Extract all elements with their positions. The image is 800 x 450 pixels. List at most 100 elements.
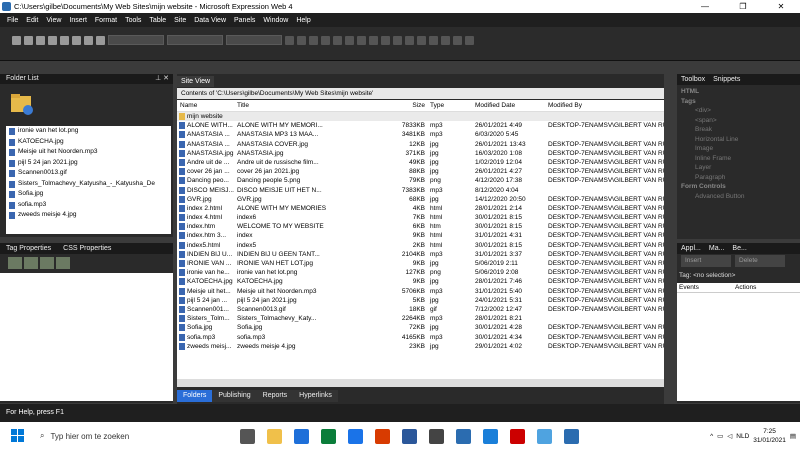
- table-row[interactable]: index.htm 3... index 9KB html 31/01/2021 4:3…: [177, 231, 664, 240]
- folder-row[interactable]: mijn website: [177, 112, 664, 122]
- table-row[interactable]: Dancing peo... Dancing people 5.png 79KB pn…: [177, 176, 664, 185]
- folder-list-item[interactable]: Scannen0013.gif: [6, 168, 171, 179]
- align-left-icon[interactable]: [345, 35, 354, 45]
- taskbar-app-icon[interactable]: [456, 428, 471, 444]
- toolbox-item[interactable]: Advanced Button: [681, 192, 800, 202]
- col-size[interactable]: Size: [367, 100, 427, 111]
- table-row[interactable]: pijl 5 24 jan ... pijl 5 24 jan 2021.jpg 5…: [177, 296, 664, 305]
- folder-list-item[interactable]: sofia.mp3: [6, 200, 171, 211]
- font-color-icon[interactable]: [465, 35, 474, 45]
- menu-help[interactable]: Help: [292, 17, 314, 24]
- print-preview-icon[interactable]: [72, 35, 81, 45]
- table-row[interactable]: index.htm WELCOME TO MY WEBSITE 6KB htm 30/0…: [177, 222, 664, 231]
- toolbox-item[interactable]: Inline Frame: [681, 154, 800, 164]
- col-title[interactable]: Title: [234, 100, 367, 111]
- menu-window[interactable]: Window: [259, 17, 292, 24]
- maximize-button[interactable]: ❐: [724, 0, 762, 13]
- save-all-icon[interactable]: [48, 35, 57, 45]
- tab-publishing[interactable]: Publishing: [212, 390, 257, 402]
- table-row[interactable]: Scannen001... Scannen0013.gif 18KB gif 7/12/…: [177, 305, 664, 314]
- taskbar-app-icon[interactable]: [537, 428, 552, 444]
- col-modified-by[interactable]: Modified By: [545, 100, 664, 111]
- tab-toolbox[interactable]: Toolbox: [677, 76, 709, 83]
- table-row[interactable]: ANASTASIA ... ANASTASIA COVER.jpg 12KB jpg 2…: [177, 140, 664, 149]
- col-name[interactable]: Name: [177, 100, 234, 111]
- tab-manage-styles[interactable]: Ma...: [705, 245, 729, 252]
- table-row[interactable]: Meisje uit het... Meisje uit het Noorden.…: [177, 287, 664, 296]
- preview-browser-icon[interactable]: [96, 35, 105, 45]
- alphabetical-icon[interactable]: [24, 257, 38, 269]
- font-dropdown[interactable]: [167, 35, 223, 45]
- taskbar-app-icon[interactable]: [348, 428, 363, 444]
- taskbar-app-icon[interactable]: [294, 428, 309, 444]
- tab-reports[interactable]: Reports: [256, 390, 294, 402]
- table-row[interactable]: ironie van he... ironie van het lot.png 12…: [177, 268, 664, 277]
- folder-list-item[interactable]: Sofia.jpg: [6, 189, 171, 200]
- taskbar-app-icon[interactable]: [402, 428, 417, 444]
- start-button[interactable]: [8, 426, 28, 446]
- toolbox-item[interactable]: Break: [681, 125, 800, 135]
- border-icon[interactable]: [441, 35, 450, 45]
- col-events[interactable]: Events: [677, 283, 733, 292]
- folder-list-item[interactable]: Sisters_Tolmachevy_Katyusha_-_Katyusha_D…: [6, 179, 171, 190]
- open-icon[interactable]: [24, 35, 33, 45]
- tab-hyperlinks[interactable]: Hyperlinks: [293, 390, 338, 402]
- toolbox-item[interactable]: <div>: [681, 106, 800, 116]
- tab-site-view[interactable]: Site View: [177, 76, 215, 87]
- properties-options-icon[interactable]: [56, 257, 70, 269]
- language-indicator[interactable]: NLD: [736, 433, 749, 440]
- notifications-icon[interactable]: ▤: [790, 432, 796, 440]
- table-row[interactable]: ANASTASIA ... ANASTASIA MP3 13 MAA... 3481…: [177, 130, 664, 139]
- tab-folders[interactable]: Folders: [177, 390, 213, 402]
- table-row[interactable]: IRONIE VAN ... IRONIE VAN HET LOT.jpg 9KB j…: [177, 259, 664, 268]
- align-right-icon[interactable]: [369, 35, 378, 45]
- new-icon[interactable]: [12, 35, 21, 45]
- col-type[interactable]: Type: [427, 100, 472, 111]
- horizontal-scrollbar[interactable]: [177, 379, 664, 387]
- bulleted-list-icon[interactable]: [405, 35, 414, 45]
- redo-icon[interactable]: [297, 35, 306, 45]
- increase-indent-icon[interactable]: [429, 35, 438, 45]
- align-center-icon[interactable]: [357, 35, 366, 45]
- toolbox-item[interactable]: Layer: [681, 163, 800, 173]
- insert-button[interactable]: Insert: [681, 255, 731, 267]
- table-row[interactable]: index5.html index5 2KB html 30/01/2021 8:15 D…: [177, 241, 664, 250]
- taskbar-app-icon[interactable]: [483, 428, 498, 444]
- table-row[interactable]: ALONE WITH... ALONE WITH MY MEMORI... 7833…: [177, 121, 664, 130]
- folder-list-item[interactable]: pijl 5 24 jan 2021.jpg: [6, 158, 171, 169]
- folder-list-item[interactable]: Meisje uit het Noorden.mp3: [6, 147, 171, 158]
- table-row[interactable]: index 2.html ALONE WITH MY MEMORIES 4KB htm…: [177, 204, 664, 213]
- underline-icon[interactable]: [333, 35, 342, 45]
- bold-icon[interactable]: [309, 35, 318, 45]
- toolbox-item[interactable]: Horizontal Line: [681, 135, 800, 145]
- table-row[interactable]: GVR.jpg GVR.jpg 68KB jpg 14/12/2020 20:50 DES…: [177, 195, 664, 204]
- decrease-indent-icon[interactable]: [417, 35, 426, 45]
- tab-snippets[interactable]: Snippets: [709, 76, 744, 83]
- print-icon[interactable]: [60, 35, 69, 45]
- style-dropdown[interactable]: [108, 35, 164, 45]
- toolbox-item[interactable]: Paragraph: [681, 173, 800, 183]
- table-row[interactable]: INDIEN BIJ U... INDIEN BIJ U GEEN TANT...…: [177, 250, 664, 259]
- folder-list-item[interactable]: zweeds meisje 4.jpg: [6, 210, 171, 221]
- menu-edit[interactable]: Edit: [22, 17, 42, 24]
- menu-site[interactable]: Site: [170, 17, 190, 24]
- taskbar-app-icon[interactable]: [321, 428, 336, 444]
- taskbar-app-icon[interactable]: [375, 428, 390, 444]
- table-row[interactable]: cover 26 jan ... cover 26 jan 2021.jpg 88K…: [177, 167, 664, 176]
- numbered-list-icon[interactable]: [393, 35, 402, 45]
- publish-icon[interactable]: [84, 35, 93, 45]
- delete-button[interactable]: Delete: [735, 255, 785, 267]
- tab-tag-properties[interactable]: Tag Properties: [0, 245, 57, 252]
- table-row[interactable]: Sisters_Tolm... Sisters_Tolmachevy_Katy..…: [177, 314, 664, 323]
- network-icon[interactable]: ▭: [717, 432, 723, 440]
- undo-icon[interactable]: [285, 35, 294, 45]
- clock[interactable]: 7:25 31/01/2021: [753, 427, 786, 445]
- table-row[interactable]: KATOECHA.jpg KATOECHA.jpg 9KB jpg 28/01/2021…: [177, 277, 664, 286]
- close-button[interactable]: ✕: [762, 0, 800, 13]
- col-actions[interactable]: Actions: [733, 283, 789, 292]
- menu-tools[interactable]: Tools: [121, 17, 145, 24]
- table-row[interactable]: sofia.mp3 sofia.mp3 4165KB mp3 30/01/2021 4:…: [177, 333, 664, 342]
- taskbar-app-icon[interactable]: [564, 428, 579, 444]
- table-row[interactable]: Andre uit de ... Andre uit de russische f…: [177, 158, 664, 167]
- menu-insert[interactable]: Insert: [65, 17, 91, 24]
